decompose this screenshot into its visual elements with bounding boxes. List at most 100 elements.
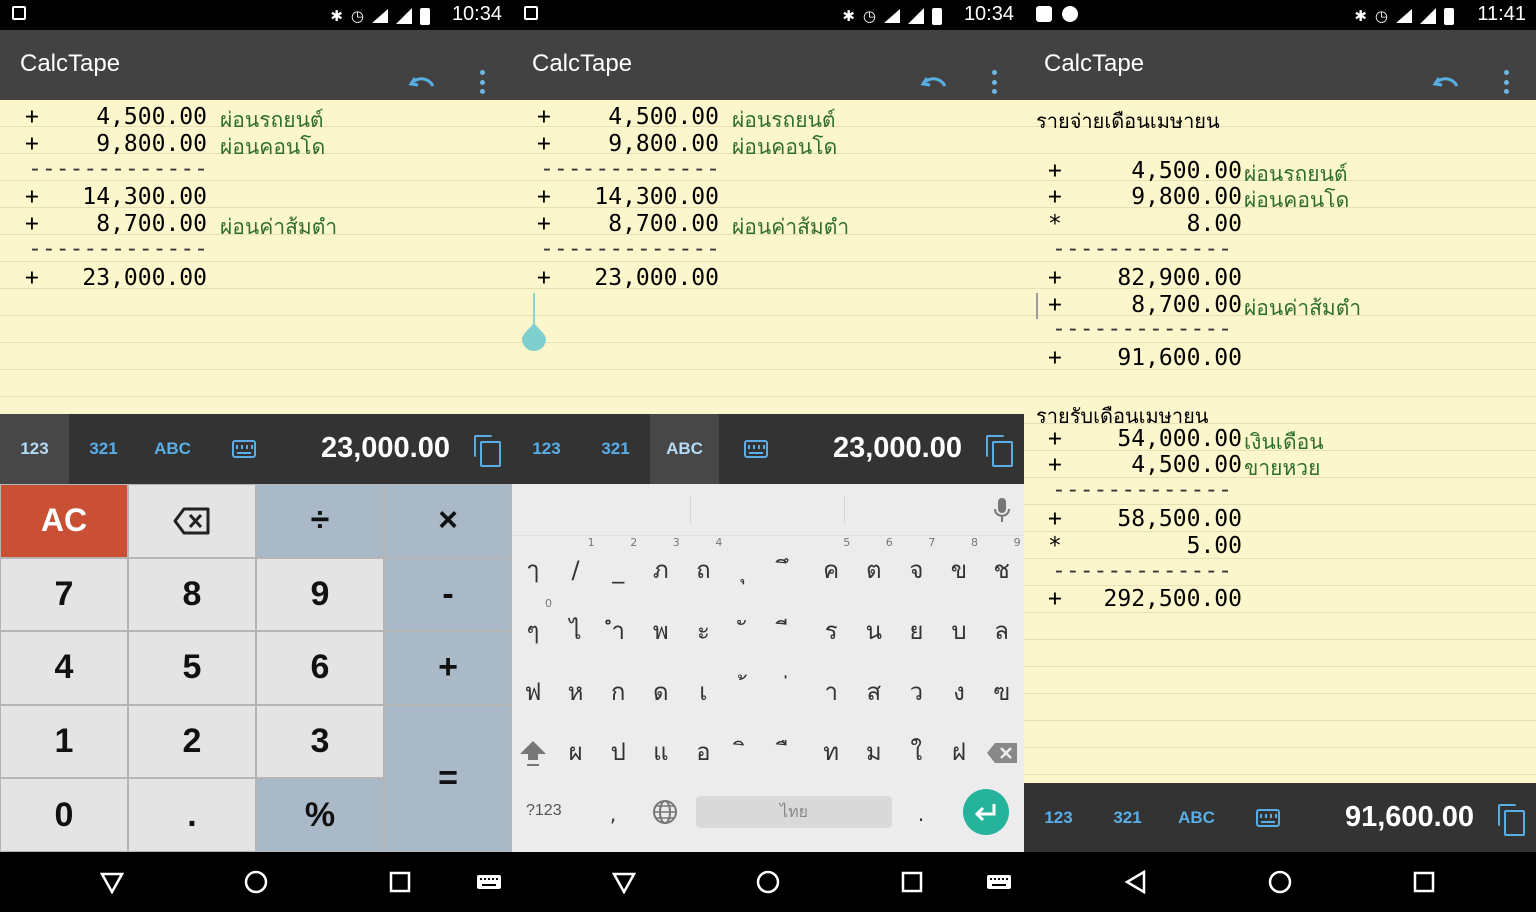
key[interactable]: ำ bbox=[597, 601, 639, 661]
key[interactable]: ก bbox=[597, 662, 639, 722]
key[interactable]: ๅ bbox=[512, 540, 554, 600]
shift-icon[interactable] bbox=[518, 738, 548, 768]
key[interactable]: ว bbox=[895, 662, 937, 722]
tape-line[interactable]: +4,500.00 ผ่อนรถยนต์ bbox=[0, 100, 512, 132]
tape-line[interactable]: +8,700.00 ผ่อนค่าส้มตำ bbox=[0, 207, 512, 239]
back-icon[interactable] bbox=[612, 870, 636, 894]
undo-icon[interactable] bbox=[408, 73, 436, 95]
key[interactable]: ฃ bbox=[981, 662, 1023, 722]
key-9[interactable]: 9 bbox=[256, 557, 384, 632]
tape-line[interactable] bbox=[1024, 368, 1536, 395]
mode-tab-abc[interactable]: ABC bbox=[138, 414, 207, 484]
recents-icon[interactable] bbox=[1412, 870, 1436, 894]
tape-line[interactable]: รายจ่ายเดือนเมษายน bbox=[1024, 100, 1536, 133]
divide-button[interactable]: ÷ bbox=[256, 484, 384, 558]
tape-line[interactable]: +82,900.00 bbox=[1024, 261, 1536, 291]
key[interactable]: ่ bbox=[768, 662, 810, 722]
mode-tab-321[interactable]: 321 bbox=[1093, 783, 1162, 852]
keyboard-toggle[interactable] bbox=[721, 414, 790, 484]
key[interactable]: ด bbox=[640, 662, 682, 722]
tape-line[interactable]: +8,700.00 ผ่อนค่าส้มตำ bbox=[512, 207, 1024, 239]
tape-line[interactable]: ------------- bbox=[1024, 234, 1536, 262]
period-key[interactable]: . bbox=[900, 784, 942, 844]
key[interactable]: ถ4 bbox=[682, 536, 724, 600]
mode-tab-123[interactable]: 123 bbox=[1024, 783, 1093, 852]
globe-icon[interactable] bbox=[652, 799, 678, 825]
key[interactable]: จ7 bbox=[895, 536, 937, 600]
keyboard-switch-icon[interactable] bbox=[986, 870, 1012, 894]
microphone-icon[interactable] bbox=[994, 496, 1010, 524]
key[interactable]: ะ bbox=[682, 601, 724, 661]
calc-tape[interactable]: รายจ่ายเดือนเมษายน +4,500.00 ผ่อนรถยนต์ +9,… bbox=[1024, 100, 1536, 783]
mode-tab-123[interactable]: 123 bbox=[0, 414, 69, 484]
tape-line[interactable]: ------------- bbox=[0, 154, 512, 182]
key[interactable]: ย bbox=[895, 601, 937, 661]
key[interactable]: ท bbox=[810, 722, 852, 782]
copy-icon[interactable] bbox=[1498, 804, 1525, 836]
key-0[interactable]: 0 bbox=[0, 778, 128, 852]
home-icon[interactable] bbox=[1268, 870, 1292, 894]
keyboard-switch-icon[interactable] bbox=[476, 870, 502, 894]
home-icon[interactable] bbox=[244, 870, 268, 894]
key[interactable]: /1 bbox=[555, 536, 597, 600]
tape-line[interactable]: ------------- bbox=[1024, 314, 1536, 342]
copy-icon[interactable] bbox=[474, 435, 501, 467]
key-8[interactable]: 8 bbox=[128, 557, 256, 632]
copy-icon[interactable] bbox=[986, 435, 1013, 467]
calc-tape[interactable]: +4,500.00 ผ่อนรถยนต์ +9,800.00 ผ่อนคอนโด ---… bbox=[512, 100, 1024, 414]
tape-line[interactable]: ------------- bbox=[1024, 475, 1536, 503]
key[interactable]: _ 2 bbox=[597, 536, 639, 600]
recents-icon[interactable] bbox=[900, 870, 924, 894]
key[interactable]: ช9 bbox=[981, 536, 1023, 600]
key[interactable]: ้ bbox=[725, 662, 767, 722]
undo-icon[interactable] bbox=[920, 73, 948, 95]
key[interactable]: แ bbox=[640, 722, 682, 782]
key[interactable]: ป bbox=[597, 722, 639, 782]
key[interactable]: ร bbox=[810, 601, 852, 661]
tape-line[interactable]: +292,500.00 bbox=[1024, 582, 1536, 612]
equals-button[interactable]: = bbox=[384, 704, 512, 852]
key[interactable]: ฝ bbox=[938, 722, 980, 782]
comma-key[interactable]: , bbox=[592, 784, 634, 844]
space-bar[interactable]: ไทย bbox=[696, 796, 892, 828]
tape-line[interactable]: * 5.00 bbox=[1024, 529, 1536, 559]
key[interactable]: ม bbox=[853, 722, 895, 782]
key-6[interactable]: 6 bbox=[256, 631, 384, 705]
plus-button[interactable]: + bbox=[384, 631, 512, 705]
tape-line[interactable]: +23,000.00 bbox=[0, 261, 512, 291]
tape-line[interactable]: +23,000.00 bbox=[512, 261, 1024, 291]
key[interactable]: ใ bbox=[895, 722, 937, 782]
key[interactable]: ภ3 bbox=[640, 536, 682, 600]
enter-key[interactable] bbox=[963, 789, 1009, 835]
key[interactable]: ข8 bbox=[938, 536, 980, 600]
mode-tab-abc[interactable]: ABC bbox=[650, 414, 719, 484]
mode-tab-abc[interactable]: ABC bbox=[1162, 783, 1231, 852]
key[interactable]: ุ bbox=[725, 540, 767, 600]
key[interactable]: ฟ bbox=[512, 662, 554, 722]
key[interactable]: ๆ0 bbox=[512, 597, 554, 661]
percent-button[interactable]: % bbox=[256, 778, 384, 852]
suggestion-bar[interactable] bbox=[512, 484, 1024, 536]
overflow-menu-icon[interactable] bbox=[472, 68, 492, 96]
key-4[interactable]: 4 bbox=[0, 631, 128, 705]
mode-tab-123[interactable]: 123 bbox=[512, 414, 581, 484]
back-icon[interactable] bbox=[1124, 870, 1148, 894]
backspace-button[interactable] bbox=[128, 484, 256, 558]
multiply-button[interactable]: × bbox=[384, 484, 512, 558]
mode-tab-321[interactable]: 321 bbox=[581, 414, 650, 484]
delete-icon[interactable] bbox=[986, 742, 1018, 764]
undo-icon[interactable] bbox=[1432, 73, 1460, 95]
tape-line[interactable]: ------------- bbox=[512, 154, 1024, 182]
key[interactable]: ไ bbox=[555, 601, 597, 661]
tape-line[interactable]: +9,800.00 ผ่อนคอนโด bbox=[1024, 180, 1536, 212]
minus-button[interactable]: - bbox=[384, 557, 512, 632]
ac-button[interactable]: AC bbox=[0, 484, 128, 558]
tape-line[interactable] bbox=[1024, 127, 1536, 154]
tape-line[interactable]: +4,500.00 ผ่อนรถยนต์ bbox=[1024, 154, 1536, 186]
key[interactable]: ส bbox=[853, 662, 895, 722]
key[interactable]: ี bbox=[768, 601, 810, 661]
key[interactable]: ล bbox=[981, 601, 1023, 661]
key[interactable]: ื bbox=[768, 722, 810, 782]
tape-line[interactable]: ------------- bbox=[0, 234, 512, 262]
decimal-button[interactable]: . bbox=[128, 778, 256, 852]
